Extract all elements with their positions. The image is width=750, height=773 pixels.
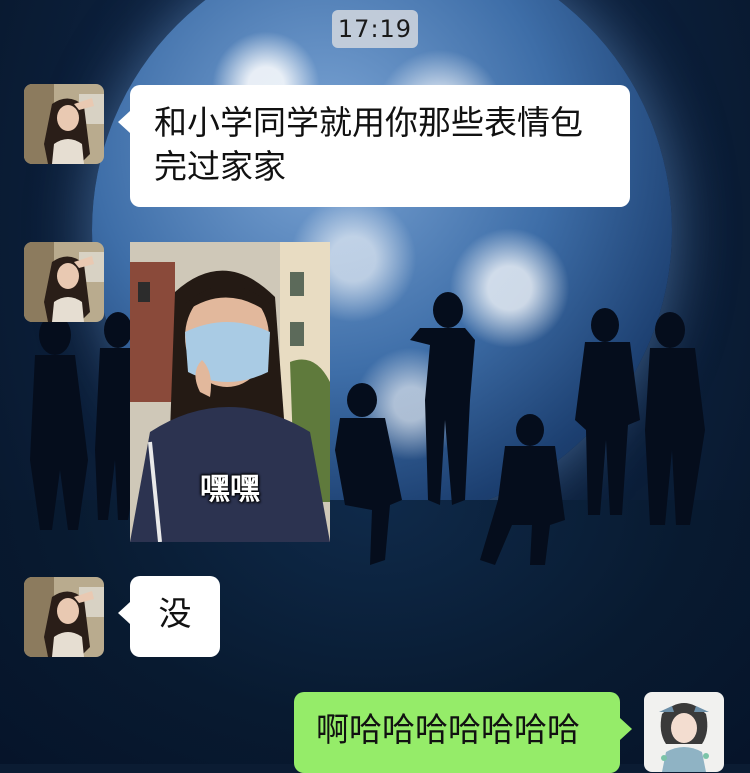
- message-text: 没: [158, 594, 192, 633]
- contact-avatar-icon: [24, 577, 104, 657]
- sticker-message[interactable]: 嘿嘿: [130, 242, 330, 542]
- message-text: 啊哈哈哈哈哈哈哈: [316, 710, 580, 749]
- contact-avatar[interactable]: [24, 242, 104, 322]
- sticker-caption: 嘿嘿: [200, 472, 260, 507]
- message-bubble-incoming[interactable]: 和小学同学就用你那些表情包完过家家: [118, 85, 630, 207]
- message-bubble-outgoing[interactable]: 啊哈哈哈哈哈哈哈: [294, 692, 632, 773]
- self-avatar-icon: [644, 692, 724, 772]
- self-avatar[interactable]: [644, 692, 724, 772]
- message-text: 和小学同学就用你那些表情包完过家家: [154, 103, 583, 186]
- timestamp-pill: 17:19: [332, 10, 418, 48]
- contact-avatar-icon: [24, 84, 104, 164]
- contact-avatar[interactable]: [24, 84, 104, 164]
- contact-avatar[interactable]: [24, 577, 104, 657]
- message-bubble-incoming[interactable]: 没: [118, 576, 220, 657]
- contact-avatar-icon: [24, 242, 104, 322]
